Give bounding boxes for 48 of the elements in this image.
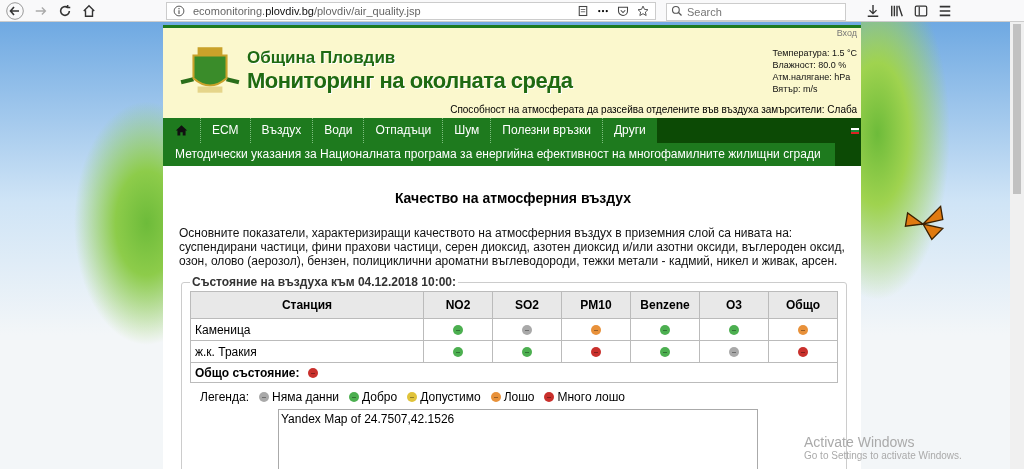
legend-text: Добро — [362, 390, 398, 404]
status-title: Състояние на въздуха към 04.12.2018 10:00: — [191, 275, 457, 289]
dispersion-note: Способност на атмосферата да разсейва отделените във въздуха замърсители: Слаба — [449, 104, 857, 117]
star-icon[interactable] — [637, 4, 649, 17]
menu-icon[interactable] — [938, 3, 952, 18]
url-text: ecomonitoring.plovdiv.bg/plovdiv/air_quality.jsp — [193, 4, 422, 17]
weather-reading: Вятър: m/s — [772, 83, 819, 95]
address-bar[interactable]: ecomonitoring.plovdiv.bg/plovdiv/air_quality.jsp — [166, 1, 656, 20]
column-header: Станция — [190, 291, 424, 319]
station-cell: ж.к. Тракия — [190, 340, 424, 363]
home-icon[interactable] — [82, 3, 96, 18]
search-icon — [671, 4, 683, 17]
info-icon[interactable] — [173, 4, 185, 17]
nav-link[interactable]: Методически указания за Националната програма за енергийна ефективност на многофамилните жилищни сгради — [163, 143, 835, 166]
legend-text: Лошо — [503, 390, 535, 404]
scrollbar[interactable] — [1010, 22, 1024, 469]
weather-reading: Атм.налягане: hPa — [772, 71, 852, 83]
weather-reading: Влажност: 80.0 % — [772, 59, 848, 71]
column-header: Benzene — [630, 291, 700, 319]
column-header: PM10 — [561, 291, 631, 319]
column-header: Общо — [768, 291, 838, 319]
download-icon[interactable] — [866, 3, 880, 18]
legend-label: Легенда: — [200, 390, 249, 404]
legend-text: Няма данни — [272, 390, 340, 404]
reload-icon[interactable] — [58, 3, 72, 18]
search-field[interactable]: Search — [666, 2, 846, 21]
library-icon[interactable] — [890, 3, 904, 18]
intro-paragraph: Основните показатели, характеризиращи качеството на атмосферния въздух в приземния слой са нивата на: суспендирани частици, фини прахови частици, серен диоксид, азотен диоксид и/или азотни оксиди, въглероден оксид, озон, олово (аерозол), бензен, полициклични ароматни въглеводороди, тежки метали - кадмий, никел и живак, арсен. — [179, 226, 846, 268]
page-heading: Качество на атмосферния въздух — [393, 190, 633, 206]
sidebar-icon[interactable] — [914, 3, 928, 18]
site-title: Мониторинг на околната среда — [247, 68, 574, 94]
column-header: NO2 — [423, 291, 493, 319]
back-icon[interactable] — [6, 1, 24, 20]
pocket-icon[interactable] — [617, 4, 629, 17]
weather-reading: Температура: 1.5 °C — [772, 47, 857, 59]
activation-notice-title: Activate Windows — [804, 434, 916, 450]
flag-icon[interactable] — [851, 128, 859, 134]
legend-text: Допустимо — [420, 390, 481, 404]
activation-notice-text: Go to Settings to activate Windows. — [804, 450, 962, 461]
map-alt-text: Yandex Map of 24.7507,42.1526 — [281, 412, 455, 426]
station-cell: Каменица — [190, 318, 424, 341]
municipality-name: Община Пловдив — [247, 48, 397, 68]
legend-text: Много лошо — [557, 390, 625, 404]
reader-view-icon[interactable] — [577, 4, 589, 17]
login-link[interactable]: Вход — [836, 28, 857, 38]
column-header: O3 — [699, 291, 769, 319]
overall-label: Общо състояние: — [195, 365, 300, 380]
column-header: SO2 — [492, 291, 562, 319]
